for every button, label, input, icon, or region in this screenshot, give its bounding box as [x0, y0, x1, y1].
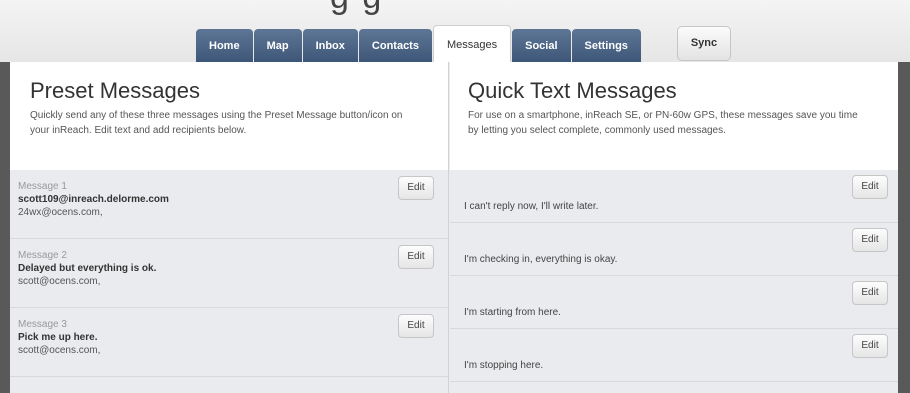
- sync-button[interactable]: Sync: [677, 26, 731, 61]
- edit-button[interactable]: Edit: [398, 245, 434, 269]
- quick-message-text: I'm starting from here.: [464, 307, 561, 318]
- edit-button[interactable]: Edit: [852, 334, 888, 358]
- tab-messages[interactable]: Messages: [432, 25, 512, 63]
- tab-home[interactable]: Home: [196, 29, 253, 63]
- quick-message-item: I'm stopping here. Edit: [450, 329, 898, 382]
- tab-contacts[interactable]: Contacts: [358, 29, 432, 63]
- quick-message-item: I'm checking in, everything is okay. Edi…: [450, 223, 898, 276]
- preset-message-item: Message 1 scott109@inreach.delorme.com 2…: [10, 170, 448, 239]
- preset-message-item: Message 3 Pick me up here. scott@ocens.c…: [10, 308, 448, 377]
- tab-inbox[interactable]: Inbox: [302, 29, 358, 63]
- cropped-page-heading: g g: [330, 0, 910, 18]
- tab-social[interactable]: Social: [512, 29, 571, 63]
- quick-message-item: I can't reply now, I'll write later. Edi…: [450, 170, 898, 223]
- main-nav: Home Map Inbox Contacts Messages Social …: [196, 25, 642, 63]
- edit-button[interactable]: Edit: [398, 176, 434, 200]
- message-label: Message 2: [18, 250, 67, 261]
- edit-button[interactable]: Edit: [852, 228, 888, 252]
- tab-settings[interactable]: Settings: [571, 29, 641, 63]
- message-label: Message 1: [18, 181, 67, 192]
- message-recipients: scott@ocens.com,: [18, 276, 101, 287]
- messages-panel: Preset Messages Quickly send any of thes…: [10, 62, 898, 393]
- quick-title: Quick Text Messages: [468, 78, 677, 103]
- preset-messages-section: Preset Messages Quickly send any of thes…: [10, 62, 449, 393]
- quick-message-item: I'm starting from here. Edit: [450, 276, 898, 329]
- edit-button[interactable]: Edit: [852, 175, 888, 199]
- message-recipients: 24wx@ocens.com,: [18, 207, 103, 218]
- quick-header: Quick Text Messages For use on a smartph…: [450, 62, 898, 170]
- message-label: Message 3: [18, 319, 67, 330]
- preset-list: Message 1 scott109@inreach.delorme.com 2…: [10, 170, 448, 377]
- message-text: Pick me up here.: [18, 332, 98, 343]
- preset-title: Preset Messages: [30, 78, 200, 103]
- edit-button[interactable]: Edit: [852, 281, 888, 305]
- quick-description: For use on a smartphone, inReach SE, or …: [468, 110, 858, 136]
- quick-text-section: Quick Text Messages For use on a smartph…: [450, 62, 898, 393]
- edit-button[interactable]: Edit: [398, 314, 434, 338]
- preset-message-item: Message 2 Delayed but everything is ok. …: [10, 239, 448, 308]
- quick-message-text: I'm checking in, everything is okay.: [464, 254, 618, 265]
- message-recipients: scott@ocens.com,: [18, 345, 101, 356]
- tab-map[interactable]: Map: [253, 29, 302, 63]
- preset-description: Quickly send any of these three messages…: [30, 110, 403, 136]
- message-text: scott109@inreach.delorme.com: [18, 194, 169, 205]
- quick-message-text: I'm stopping here.: [464, 360, 544, 371]
- preset-header: Preset Messages Quickly send any of thes…: [10, 62, 448, 170]
- quick-message-text: I can't reply now, I'll write later.: [464, 201, 599, 212]
- message-text: Delayed but everything is ok.: [18, 263, 157, 274]
- quick-list: I can't reply now, I'll write later. Edi…: [450, 170, 898, 382]
